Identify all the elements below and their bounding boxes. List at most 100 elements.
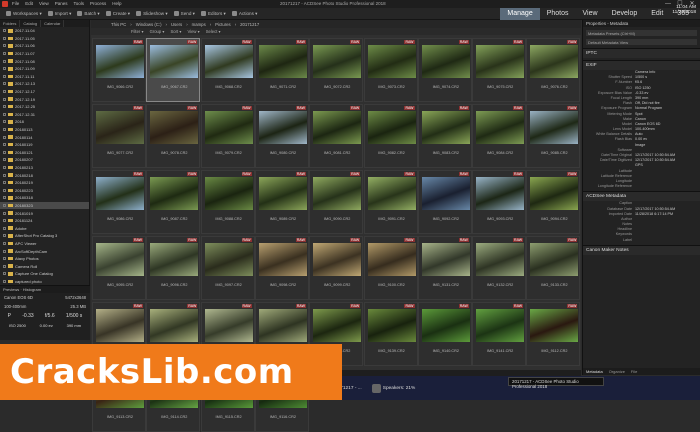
toolbar-batch-button[interactable]: Batch ▾ — [77, 11, 100, 17]
section-exif[interactable]: EXIF — [583, 60, 700, 70]
breadcrumb-item[interactable]: Pictures — [215, 22, 231, 27]
menu-item-tools[interactable]: Tools — [73, 1, 84, 6]
thumbnail-item[interactable]: RAW IMG_9079.CR2 — [200, 104, 255, 168]
thumbnail-item[interactable]: RAW IMG_9112.CR2 — [526, 302, 581, 366]
folder-item[interactable]: 2017.11.08 — [0, 57, 89, 65]
checkbox[interactable] — [3, 234, 6, 238]
checkbox[interactable] — [3, 203, 6, 207]
thumbnail-item[interactable]: RAW IMG_9093.CR2 — [472, 170, 527, 234]
folder-item[interactable]: 20180213 — [0, 164, 89, 172]
folder-item[interactable]: 2017.12.19 — [0, 95, 89, 103]
breadcrumb-item[interactable]: Windows (C:) — [136, 22, 162, 27]
checkbox[interactable] — [3, 150, 6, 154]
filter-group-button[interactable]: Group ▾ — [150, 29, 165, 34]
mode-tab-edit[interactable]: Edit — [644, 8, 670, 20]
mode-tab-develop[interactable]: Develop — [605, 8, 645, 20]
thumbnail-item[interactable]: RAW IMG_9092.CR2 — [417, 170, 472, 234]
thumbnail-item[interactable]: RAW IMG_9100.CR2 — [363, 236, 418, 300]
thumbnail-item[interactable]: RAW IMG_9141.CR2 — [472, 302, 527, 366]
checkbox[interactable] — [3, 188, 6, 192]
checkbox[interactable] — [3, 105, 6, 109]
thumbnail-item[interactable]: RAW IMG_9091.CR2 — [363, 170, 418, 234]
tab-folders[interactable]: Folders — [0, 20, 21, 27]
thumbnail-item[interactable]: RAW IMG_9088.CR2 — [200, 170, 255, 234]
folder-item[interactable]: ArcSoftDepthCam — [0, 247, 89, 255]
thumbnail-item[interactable]: RAW IMG_9087.CR2 — [146, 170, 201, 234]
folder-item[interactable]: 2017.11.06 — [0, 42, 89, 50]
folder-item[interactable]: 2017.12.25 — [0, 103, 89, 111]
mode-tab-photos[interactable]: Photos — [540, 8, 576, 20]
breadcrumb-item[interactable]: Users — [171, 22, 182, 27]
checkbox[interactable] — [3, 97, 6, 101]
folder-item[interactable]: 20181019 — [0, 209, 89, 217]
toolbar-create-button[interactable]: Create ▾ — [105, 11, 130, 17]
thumbnail-item[interactable]: RAW IMG_9078.CR2 — [146, 104, 201, 168]
checkbox[interactable] — [3, 211, 6, 215]
breadcrumb-item[interactable]: This PC — [111, 22, 126, 27]
thumbnail-item[interactable]: RAW IMG_9096.CR2 — [146, 236, 201, 300]
folder-item[interactable]: 2017.11.07 — [0, 50, 89, 58]
mode-tab-view[interactable]: View — [576, 8, 605, 20]
thumbnail-item[interactable]: RAW IMG_9097.CR2 — [200, 236, 255, 300]
checkbox[interactable] — [3, 112, 6, 116]
breadcrumb-item[interactable]: 20171217 — [240, 22, 259, 27]
metadata-value[interactable]: Image — [635, 143, 645, 148]
menu-item-file[interactable]: File — [12, 1, 19, 6]
folder-item[interactable]: 2017.12.17 — [0, 88, 89, 96]
menu-item-view[interactable]: View — [39, 1, 49, 6]
folder-item[interactable]: 20180219 — [0, 179, 89, 187]
taskbar-clock[interactable]: 11:04 AM 11/29/2018 — [672, 5, 696, 15]
checkbox[interactable] — [3, 165, 6, 169]
folder-item[interactable]: Adobe — [0, 224, 89, 232]
folder-item[interactable]: 2018 — [0, 118, 89, 126]
folder-item[interactable]: 20180218 — [0, 171, 89, 179]
folder-item[interactable]: 20180113 — [0, 126, 89, 134]
checkbox[interactable] — [3, 74, 6, 78]
thumbnail-item[interactable]: RAW IMG_9066.CR2 — [92, 38, 146, 102]
checkbox[interactable] — [3, 90, 6, 94]
folder-item[interactable]: 20180323 — [0, 201, 89, 210]
toolbar-editors-button[interactable]: Editors ▾ — [200, 11, 226, 17]
checkbox[interactable] — [3, 264, 6, 268]
checkbox[interactable] — [3, 36, 6, 40]
filter-select-button[interactable]: Select ▾ — [206, 29, 221, 34]
thumbnail-item[interactable]: RAW IMG_9089.CR2 — [254, 170, 309, 234]
toolbar-workspaces-button[interactable]: Workspaces ▾ — [6, 11, 42, 17]
folder-item[interactable]: 20180223 — [0, 186, 89, 194]
breadcrumb-item[interactable]: mamps — [192, 22, 206, 27]
folder-item[interactable]: 2017.12.13 — [0, 80, 89, 88]
checkbox[interactable] — [3, 181, 6, 185]
toolbar-send-button[interactable]: Send ▾ — [173, 11, 195, 17]
checkbox[interactable] — [3, 135, 6, 139]
toolbar-actions-button[interactable]: Actions ▾ — [231, 11, 258, 17]
toolbar-import-button[interactable]: Import ▾ — [47, 11, 71, 17]
thumbnail-item[interactable]: RAW IMG_9098.CR2 — [254, 236, 309, 300]
checkbox[interactable] — [3, 196, 6, 200]
checkbox[interactable] — [3, 143, 6, 147]
thumbnail-item[interactable]: RAW IMG_9131.CR2 — [417, 236, 472, 300]
tab-catalog[interactable]: Catalog — [20, 20, 42, 27]
menu-item-panes[interactable]: Panes — [55, 1, 68, 6]
thumbnail-item[interactable]: RAW IMG_9072.CR2 — [309, 38, 364, 102]
section-maker-notes[interactable]: Canon Maker Notes — [583, 244, 700, 255]
thumbnail-item[interactable]: RAW IMG_9076.CR2 — [526, 38, 581, 102]
thumbnail-item[interactable]: RAW IMG_9095.CR2 — [92, 236, 146, 300]
tab-histogram[interactable]: Histogram — [23, 287, 41, 292]
checkbox[interactable] — [3, 241, 6, 245]
checkbox[interactable] — [3, 226, 6, 230]
taskbar-app[interactable]: Speakers: 21% — [369, 380, 419, 396]
tab-file[interactable]: File — [628, 368, 640, 375]
checkbox[interactable] — [3, 59, 6, 63]
metadata-preset-select[interactable]: Metadata Presets (Ctrl+M) — [586, 30, 697, 36]
checkbox[interactable] — [3, 52, 6, 56]
mode-tab-manage[interactable]: Manage — [500, 8, 540, 20]
folder-item[interactable]: 2017.11.04 — [0, 27, 89, 35]
thumbnail-item[interactable]: RAW IMG_9077.CR2 — [92, 104, 146, 168]
thumbnail-item[interactable]: RAW IMG_9139.CR2 — [363, 302, 418, 366]
folder-item[interactable]: 2017.11.05 — [0, 35, 89, 43]
folder-item[interactable]: 20181124 — [0, 217, 89, 225]
checkbox[interactable] — [3, 29, 6, 33]
folder-item[interactable]: 2017.11.09 — [0, 65, 89, 73]
folder-item[interactable]: 20180114 — [0, 133, 89, 141]
thumbnail-item[interactable]: RAW IMG_9074.CR2 — [417, 38, 472, 102]
